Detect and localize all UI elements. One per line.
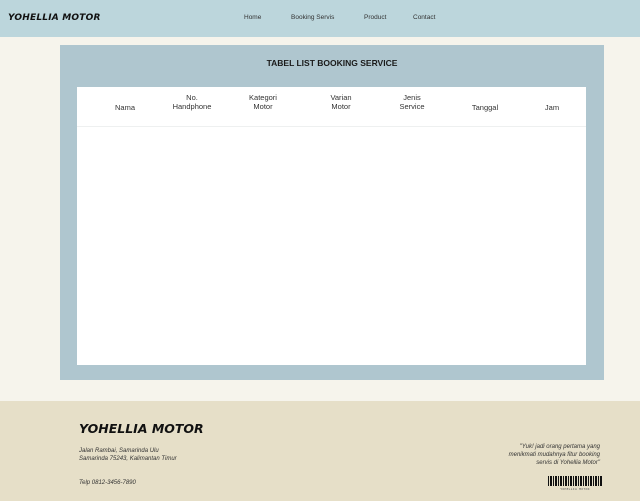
nav-booking-servis-link[interactable]: Booking Servis	[291, 14, 334, 21]
booking-table: Nama No. Handphone Kategori Motor Varian…	[77, 87, 586, 365]
nav-links: Home Booking Servis Product Contact	[0, 14, 640, 26]
column-header-kategori-motor: Kategori Motor	[249, 93, 277, 111]
table-header: Nama No. Handphone Kategori Motor Varian…	[77, 93, 586, 127]
footer: YOHELLIA MOTOR Jalan Rambai, Samarinda U…	[0, 401, 640, 501]
nav-product-link[interactable]: Product	[364, 14, 386, 21]
footer-brand: YOHELLIA MOTOR	[79, 421, 204, 436]
column-header-tanggal: Tanggal	[471, 103, 499, 112]
column-header-nama: Nama	[114, 103, 135, 112]
footer-phone: Telp 0812-3456-7890	[79, 480, 136, 486]
barcode-text: YOHELLIA MOTOR	[560, 487, 590, 491]
nav-home-link[interactable]: Home	[244, 14, 261, 21]
column-header-jenis-service: Jenis Service	[399, 93, 425, 111]
column-header-jam: Jam	[544, 103, 560, 112]
barcode-icon	[548, 476, 602, 486]
column-header-no-handphone: No. Handphone	[172, 93, 212, 111]
footer-address: Jalan Rambai, Samarinda Ulu Samarinda 75…	[79, 448, 177, 462]
column-header-varian-motor: Varian Motor	[330, 93, 352, 111]
nav-contact-link[interactable]: Contact	[413, 14, 435, 21]
navbar: YOHELLIA MOTOR Home Booking Servis Produ…	[0, 0, 640, 37]
footer-quote: "Yuk! jadi orang pertama yang menikmati …	[508, 444, 600, 466]
page-title: TABEL LIST BOOKING SERVICE	[266, 58, 398, 68]
